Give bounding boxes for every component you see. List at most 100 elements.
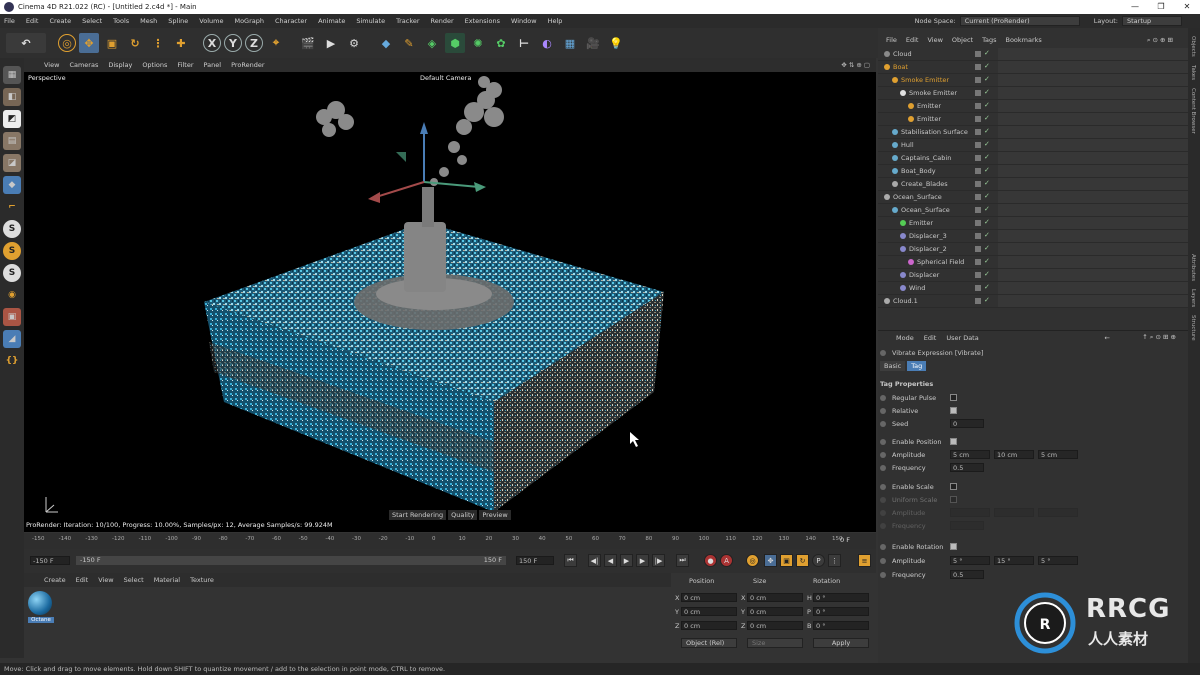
object-row[interactable]: Boat_Body ✓ — [878, 165, 1188, 178]
menu-edit[interactable]: Edit — [26, 17, 39, 25]
frame-range-slider[interactable]: -150 F 150 F — [76, 556, 506, 565]
side-tab-takes[interactable]: Takes — [1190, 65, 1196, 80]
deformer-icon[interactable]: ✺ — [468, 33, 488, 53]
enable-check-icon[interactable]: ✓ — [984, 192, 990, 200]
layout-dropdown[interactable]: Startup — [1122, 16, 1182, 26]
pos-y-field[interactable]: 0 cm — [681, 607, 737, 616]
go-to-start-icon[interactable]: ⏮ — [564, 554, 577, 567]
rot-amp-b-field[interactable]: 5 ° — [1038, 556, 1078, 565]
timeline-menu-icon[interactable]: ≡ — [858, 554, 871, 567]
pos-z-field[interactable]: 0 cm — [681, 621, 737, 630]
seed-field[interactable]: 0 — [950, 419, 984, 428]
visibility-toggle[interactable] — [975, 129, 981, 135]
pos-x-field[interactable]: 0 cm — [681, 593, 737, 602]
play-icon[interactable]: ▶ — [620, 554, 633, 567]
scale-tool-icon[interactable]: ▣ — [102, 33, 122, 53]
rot-freq-field[interactable]: 0.5 — [950, 570, 984, 579]
object-row[interactable]: Boat ✓ — [878, 61, 1188, 74]
tab-basic[interactable]: Basic — [880, 361, 906, 371]
scale-freq-field[interactable] — [950, 521, 984, 530]
enable-check-icon[interactable]: ✓ — [984, 88, 990, 96]
key-rotation-icon[interactable]: ↻ — [796, 554, 809, 567]
scale-amp-x-field[interactable] — [950, 508, 990, 517]
camera-icon[interactable]: ◐ — [537, 33, 557, 53]
render-region-icon[interactable]: 🎬 — [298, 33, 318, 53]
enable-position-checkbox[interactable] — [950, 438, 957, 445]
z-axis-lock-button[interactable]: Z — [245, 34, 263, 52]
object-row[interactable]: Stabilisation Surface ✓ — [878, 126, 1188, 139]
pos-freq-field[interactable]: 0.5 — [950, 463, 984, 472]
menu-mesh[interactable]: Mesh — [140, 17, 157, 25]
field-icon[interactable]: ✿ — [491, 33, 511, 53]
vp-menu-display[interactable]: Display — [108, 61, 132, 69]
visibility-toggle[interactable] — [975, 298, 981, 304]
visibility-toggle[interactable] — [975, 194, 981, 200]
object-row[interactable]: Smoke Emitter ✓ — [878, 87, 1188, 100]
node-space-dropdown[interactable]: Current (ProRender) — [959, 16, 1080, 26]
enable-check-icon[interactable]: ✓ — [984, 62, 990, 70]
move-tool-icon[interactable]: ✥ — [79, 33, 99, 53]
object-row[interactable]: Spherical Field ✓ — [878, 256, 1188, 269]
vp-menu-panel[interactable]: Panel — [204, 61, 222, 69]
side-tab-attributes[interactable]: Attributes — [1190, 254, 1196, 281]
mat-menu-create[interactable]: Create — [44, 576, 66, 584]
light-icon[interactable]: 💡 — [606, 33, 626, 53]
mat-menu-material[interactable]: Material — [154, 576, 180, 584]
coordinate-system-icon[interactable]: ⌖ — [266, 33, 286, 53]
rot-b-field[interactable]: 0 ° — [813, 621, 869, 630]
enable-check-icon[interactable]: ✓ — [984, 140, 990, 148]
points-mode-icon[interactable]: ▤ — [3, 132, 21, 150]
next-frame-icon[interactable]: ▶ — [636, 554, 649, 567]
visibility-toggle[interactable] — [975, 272, 981, 278]
menu-select[interactable]: Select — [82, 17, 102, 25]
object-row[interactable]: Cloud.1 ✓ — [878, 295, 1188, 308]
x-axis-lock-button[interactable]: X — [203, 34, 221, 52]
visibility-toggle[interactable] — [975, 77, 981, 83]
visibility-toggle[interactable] — [975, 142, 981, 148]
visibility-toggle[interactable] — [975, 285, 981, 291]
search-icon[interactable]: ⌕ ⊙ ⊕ ⊞ — [1147, 36, 1173, 45]
object-row[interactable]: Displacer ✓ — [878, 269, 1188, 282]
size-y-field[interactable]: 0 cm — [747, 607, 803, 616]
side-tab-structure[interactable]: Structure — [1190, 315, 1196, 341]
object-row[interactable]: Wind ✓ — [878, 282, 1188, 295]
key-scale-icon[interactable]: ▣ — [780, 554, 793, 567]
menu-volume[interactable]: Volume — [199, 17, 223, 25]
enable-check-icon[interactable]: ✓ — [984, 75, 990, 83]
object-row[interactable]: Hull ✓ — [878, 139, 1188, 152]
enable-check-icon[interactable]: ✓ — [984, 127, 990, 135]
autokey-icon[interactable]: A — [720, 554, 733, 567]
visibility-toggle[interactable] — [975, 64, 981, 70]
mat-menu-texture[interactable]: Texture — [190, 576, 214, 584]
relative-checkbox[interactable] — [950, 407, 957, 414]
visibility-toggle[interactable] — [975, 220, 981, 226]
obj-menu-object[interactable]: Object — [952, 36, 973, 44]
scene-icon[interactable]: ⊢ — [514, 33, 534, 53]
menu-character[interactable]: Character — [275, 17, 307, 25]
start-frame-field[interactable]: -150 F — [30, 556, 70, 565]
obj-menu-file[interactable]: File — [886, 36, 897, 44]
vp-menu-cameras[interactable]: Cameras — [69, 61, 98, 69]
menu-render[interactable]: Render — [431, 17, 454, 25]
menu-create[interactable]: Create — [49, 17, 71, 25]
scale-amp-y-field[interactable] — [994, 508, 1034, 517]
recent-tools-icon[interactable]: ⋮ — [148, 33, 168, 53]
live-selection-icon[interactable]: ◎ — [58, 34, 76, 52]
visibility-toggle[interactable] — [975, 103, 981, 109]
attr-menu-userdata[interactable]: User Data — [946, 334, 978, 342]
rot-p-field[interactable]: 0 ° — [813, 607, 869, 616]
camera-label[interactable]: Default Camera — [420, 74, 471, 82]
vp-menu-prorender[interactable]: ProRender — [231, 61, 264, 69]
snap-settings-icon[interactable]: S — [3, 242, 21, 260]
timeline-ruler[interactable]: -150 -140 -130 -120 -110 -100 -90 -80 -70 -60 -50-… — [24, 533, 876, 549]
enable-check-icon[interactable]: ✓ — [984, 205, 990, 213]
next-key-icon[interactable]: |▶ — [652, 554, 665, 567]
render-settings-icon[interactable]: ⚙ — [344, 33, 364, 53]
visibility-toggle[interactable] — [975, 116, 981, 122]
end-frame-field[interactable]: 150 F — [516, 556, 554, 565]
apply-button[interactable]: Apply — [813, 638, 869, 648]
obj-menu-tags[interactable]: Tags — [982, 36, 996, 44]
enable-check-icon[interactable]: ✓ — [984, 257, 990, 265]
enable-check-icon[interactable]: ✓ — [984, 270, 990, 278]
tab-tag[interactable]: Tag — [907, 361, 927, 371]
